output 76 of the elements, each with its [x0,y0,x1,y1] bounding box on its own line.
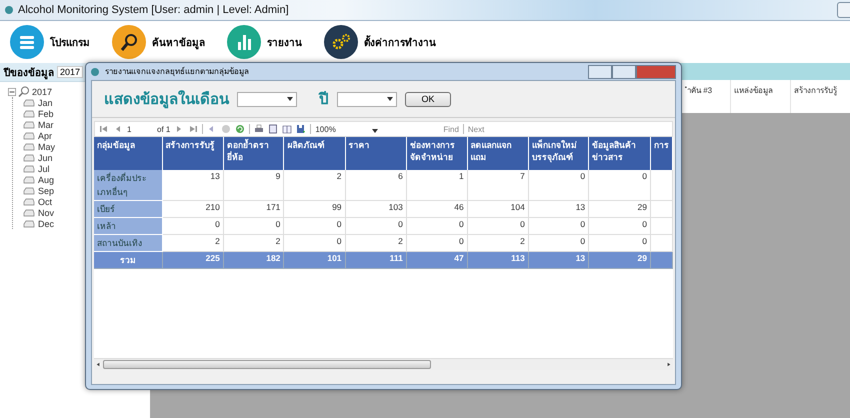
table-cell: 46 [406,200,468,218]
table-cell: 0 [528,218,589,234]
row-header: รวม [94,252,162,268]
table-cell: 29 [588,252,650,268]
column-header: ช่องทางการจัดจำหน่าย [406,137,468,170]
table-cell: 101 [284,252,346,268]
table-cell: 47 [406,252,468,268]
table-cell: 171 [223,200,284,218]
table-cell: 182 [223,252,284,268]
next-link[interactable]: Next [468,124,484,134]
tree-item[interactable]: Aug [38,174,54,184]
tree-item[interactable]: Feb [38,108,54,118]
column-header: ราคา [345,137,406,170]
toolbar-label[interactable]: ค้นหาข้อมูล [152,34,205,50]
tree-item[interactable]: May [38,142,56,152]
column-header: แพ็กเกจใหม่บรรจุภัณฑ์ [528,137,589,170]
table-cell: 111 [345,252,406,268]
row-header: เครื่องดื่มประเภทอื่นๆ [94,170,162,200]
tree-item[interactable]: Apr [38,130,52,140]
table-cell: 6 [345,170,406,200]
table-cell: 103 [345,200,406,218]
column-header: ลดแลกแจกแถม [467,137,528,170]
tree-item[interactable]: Jun [38,152,53,162]
column-header: ตอกย้ำตรายี่ห้อ [223,137,284,170]
tree-item[interactable]: Mar [38,120,54,130]
column-header: ผลิตภัณฑ์ [284,137,346,170]
tree-item[interactable]: Jan [38,98,53,108]
tree-item[interactable]: Nov [38,208,54,218]
tree-item[interactable]: 2017 [32,86,52,96]
table-cell: 0 [588,218,650,234]
table-cell: 0 [528,170,589,200]
toolbar-label[interactable]: โปรแกรม [50,34,90,50]
window-title: Alcohol Monitoring System [User: admin | Level: Admin] [18,4,289,16]
table-cell: 13 [528,200,589,218]
table-cell: 9 [223,170,284,200]
find-link[interactable]: Find [443,124,459,134]
table-cell: 0 [223,218,284,234]
toolbar-label[interactable]: รายงาน [267,34,302,50]
table-cell: 2 [284,170,346,200]
column-header: สร้างการรับรู้ [162,137,224,170]
tree-item[interactable]: Oct [38,196,52,206]
table-cell: 225 [162,252,224,268]
tree-item[interactable]: Sep [38,186,54,196]
table-cell: 104 [467,200,528,218]
table-cell: 99 [284,200,346,218]
tree-item[interactable]: Jul [38,164,50,174]
year-label: ปี [319,90,329,110]
table-cell: 13 [528,252,589,268]
row-header: เหล้า [94,218,162,234]
ok-button[interactable]: OK [405,92,451,106]
page-count: of 1 [157,124,170,134]
table-cell: 0 [406,218,468,234]
page-field[interactable]: 1 [127,124,153,134]
table-cell: 13 [162,170,224,200]
year-label: ปีของข้อมูล [4,66,54,80]
tree-item[interactable]: Dec [38,218,54,228]
toolbar-label[interactable]: ตั้งค่าการทำงาน [364,34,436,50]
year-field[interactable]: 2017 [57,66,84,78]
dialog-title: รายงานแจกแจงกลยุทธ์แยกตามกลุ่มข้อมูล [105,66,249,78]
table-cell: 0 [345,218,406,234]
table-cell: 113 [467,252,528,268]
row-header: สถานบันเทิง [94,234,162,252]
table-cell: 0 [588,170,650,200]
table-cell: 0 [284,218,346,234]
table-cell: 1 [406,170,468,200]
month-label: แสดงข้อมูลในเดือน [104,89,229,110]
table-cell: 29 [588,200,650,218]
zoom-dropdown[interactable]: 100% [315,124,382,134]
table-cell: 210 [162,200,224,218]
table-cell: 0 [162,218,224,234]
table-cell: 0 [467,218,528,234]
column-header: การ [650,137,672,170]
column-header: กลุ่มข้อมูล [94,137,162,170]
column-header: ข้อมูลสินค้าข่าวสาร [588,137,650,170]
row-header: เบียร์ [94,200,162,218]
table-cell: 7 [467,170,528,200]
